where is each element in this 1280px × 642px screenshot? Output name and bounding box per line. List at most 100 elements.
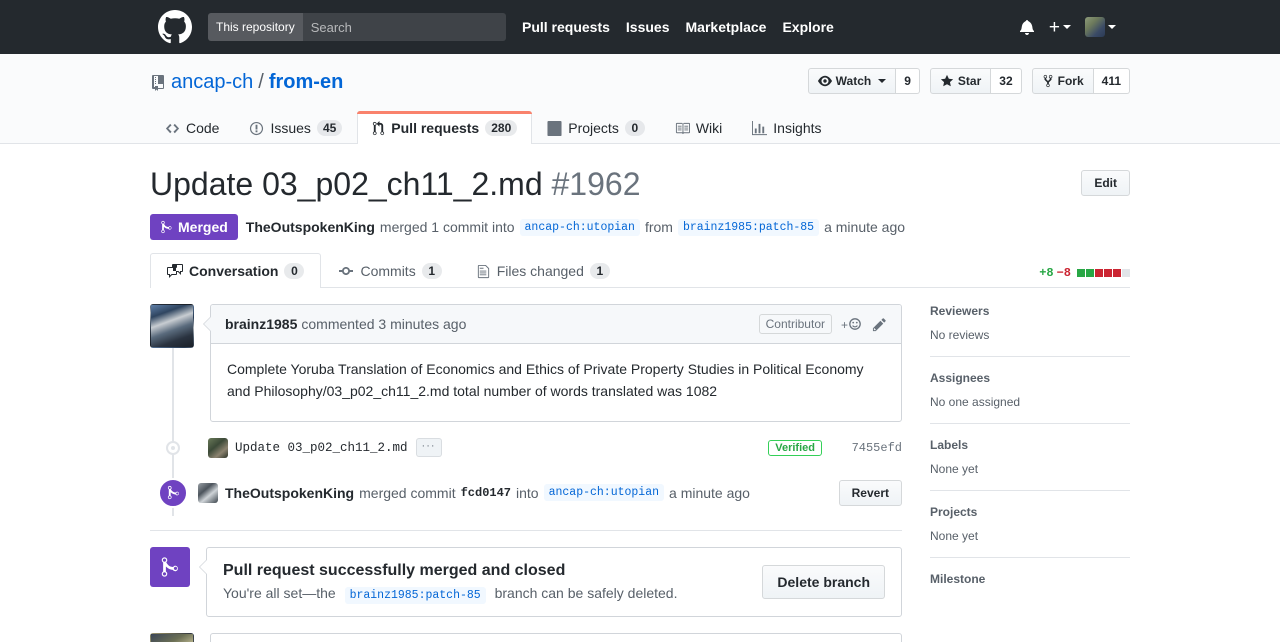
nav-marketplace[interactable]: Marketplace <box>686 19 767 35</box>
repo-tab-projects[interactable]: Projects 0 <box>532 111 660 144</box>
pr-merged-by[interactable]: TheOutspokenKing <box>246 219 375 235</box>
code-icon <box>165 121 180 136</box>
head-branch-tag[interactable]: brainz1985:patch-85 <box>678 219 819 236</box>
pencil-icon[interactable] <box>872 317 887 332</box>
repo-tab-wiki[interactable]: Wiki <box>660 111 737 144</box>
diffstat-block <box>1104 269 1112 277</box>
pull-request-meta: Merged TheOutspokenKing merged 1 commit … <box>150 214 1130 252</box>
merged-subtitle-before: You're all set—the <box>223 585 336 601</box>
repo-tab-label: Wiki <box>696 120 722 136</box>
repo-tab-label: Pull requests <box>391 120 479 136</box>
comment-author[interactable]: brainz1985 <box>225 316 297 332</box>
add-reaction-icon[interactable]: + <box>841 316 863 332</box>
merged-subtitle: You're all set—the brainz1985:patch-85 b… <box>223 585 677 602</box>
avatar[interactable] <box>150 633 194 642</box>
base-branch-tag[interactable]: ancap-ch:utopian <box>520 219 640 236</box>
avatar <box>1085 17 1105 37</box>
fork-icon <box>1042 74 1054 88</box>
commit-expand-button[interactable]: ··· <box>416 438 442 457</box>
delete-branch-button[interactable]: Delete branch <box>762 565 885 599</box>
repo-owner-link[interactable]: ancap-ch <box>171 70 253 95</box>
sidebar-section-value: No one assigned <box>930 395 1130 409</box>
pr-merged-time: a minute ago <box>824 219 905 235</box>
merged-card: Pull request successfully merged and clo… <box>206 547 902 617</box>
commit-node-icon <box>166 441 180 455</box>
diffstat-deletions: −8 <box>1057 266 1071 280</box>
pr-title-text: Update 03_p02_ch11_2.md <box>150 166 543 202</box>
tab-conversation[interactable]: Conversation 0 <box>150 253 321 288</box>
sidebar-section-assignees[interactable]: Assignees No one assigned <box>930 371 1130 424</box>
fork-button[interactable]: Fork <box>1032 68 1094 94</box>
new-comment-row <box>150 633 902 642</box>
repo-tab-count: 45 <box>317 120 342 136</box>
repo-tab-label: Issues <box>270 120 310 136</box>
svg-text:+: + <box>841 318 848 332</box>
merge-time: a minute ago <box>669 485 750 501</box>
pr-from-text: from <box>645 219 673 235</box>
sidebar-section-projects[interactable]: Projects None yet <box>930 505 1130 558</box>
tab-label: Conversation <box>189 263 278 279</box>
watch-button[interactable]: Watch <box>808 68 897 94</box>
sidebar-section-milestone[interactable]: Milestone <box>930 572 1130 610</box>
repo-tab-label: Code <box>186 120 219 136</box>
sidebar-section-labels[interactable]: Labels None yet <box>930 438 1130 491</box>
revert-button[interactable]: Revert <box>839 480 902 506</box>
eye-icon <box>818 74 832 88</box>
comment-body: Complete Yoruba Translation of Economics… <box>211 344 901 420</box>
commit-row: Update 03_p02_ch11_2.md ··· Verified 745… <box>208 432 902 464</box>
user-menu[interactable] <box>1085 17 1116 37</box>
star-count[interactable]: 32 <box>991 68 1021 94</box>
avatar[interactable] <box>198 483 218 503</box>
repo-name-link[interactable]: from-en <box>269 70 343 95</box>
search-input[interactable] <box>303 13 506 41</box>
content-columns: brainz1985 commented 3 minutes ago Contr… <box>150 304 1130 642</box>
fork-button-group: Fork 411 <box>1032 68 1130 94</box>
notification-bell-icon[interactable] <box>1019 19 1035 35</box>
repo-tab-issues[interactable]: Issues 45 <box>234 111 357 144</box>
star-label: Star <box>958 74 981 88</box>
repo-tab-count: 280 <box>485 120 517 136</box>
global-nav: Pull requests Issues Marketplace Explore <box>522 19 834 35</box>
fork-count[interactable]: 411 <box>1094 68 1130 94</box>
new-comment-box[interactable] <box>210 633 902 642</box>
commit-sha[interactable]: 7455efd <box>846 441 902 455</box>
avatar[interactable] <box>208 438 228 458</box>
create-new-menu[interactable]: + <box>1049 18 1071 37</box>
comment-actions: Contributor + <box>759 314 887 334</box>
nav-pull-requests[interactable]: Pull requests <box>522 19 610 35</box>
merged-text-group: Pull request successfully merged and clo… <box>223 562 677 602</box>
github-mark-icon[interactable] <box>158 10 192 44</box>
verified-badge[interactable]: Verified <box>768 440 822 456</box>
avatar[interactable] <box>150 304 194 348</box>
author-association-badge: Contributor <box>759 314 832 334</box>
status-badge: Merged <box>150 214 238 240</box>
repo-tab-insights[interactable]: Insights <box>737 111 836 144</box>
pull-request-tabs: Conversation 0 Commits 1 Files changed 1… <box>150 252 1130 288</box>
repository-tabs: Code Issues 45 Pull requests 280 <box>150 110 1130 143</box>
edit-button[interactable]: Edit <box>1081 170 1130 196</box>
diffstat[interactable]: +8 −8 <box>1039 266 1130 287</box>
sidebar-section-title: Reviewers <box>930 304 1130 318</box>
repo-tab-code[interactable]: Code <box>150 111 234 144</box>
tab-files-changed[interactable]: Files changed 1 <box>459 253 627 288</box>
nav-issues[interactable]: Issues <box>626 19 670 35</box>
nav-explore[interactable]: Explore <box>782 19 833 35</box>
star-button[interactable]: Star <box>930 68 991 94</box>
repo-actions: Watch 9 Star 32 For <box>808 68 1130 94</box>
diffstat-blocks <box>1077 269 1130 277</box>
tab-commits[interactable]: Commits 1 <box>321 253 458 288</box>
pull-request-sidebar: Reviewers No reviews Assignees No one as… <box>930 304 1130 642</box>
merge-branch-tag[interactable]: ancap-ch:utopian <box>544 484 664 501</box>
watch-count[interactable]: 9 <box>896 68 920 94</box>
sidebar-section-reviewers[interactable]: Reviewers No reviews <box>930 304 1130 357</box>
merge-commit-sha[interactable]: fcd0147 <box>461 486 511 500</box>
tab-count: 1 <box>590 263 610 279</box>
search-bar[interactable]: This repository <box>208 13 506 41</box>
comment-box: brainz1985 commented 3 minutes ago Contr… <box>210 304 902 422</box>
merge-author[interactable]: TheOutspokenKing <box>225 485 354 501</box>
project-board-icon <box>547 121 562 136</box>
search-scope-label[interactable]: This repository <box>208 13 303 41</box>
repo-tab-pull-requests[interactable]: Pull requests 280 <box>357 111 532 144</box>
commit-message[interactable]: Update 03_p02_ch11_2.md <box>235 441 408 455</box>
sidebar-section-value: None yet <box>930 529 1130 543</box>
